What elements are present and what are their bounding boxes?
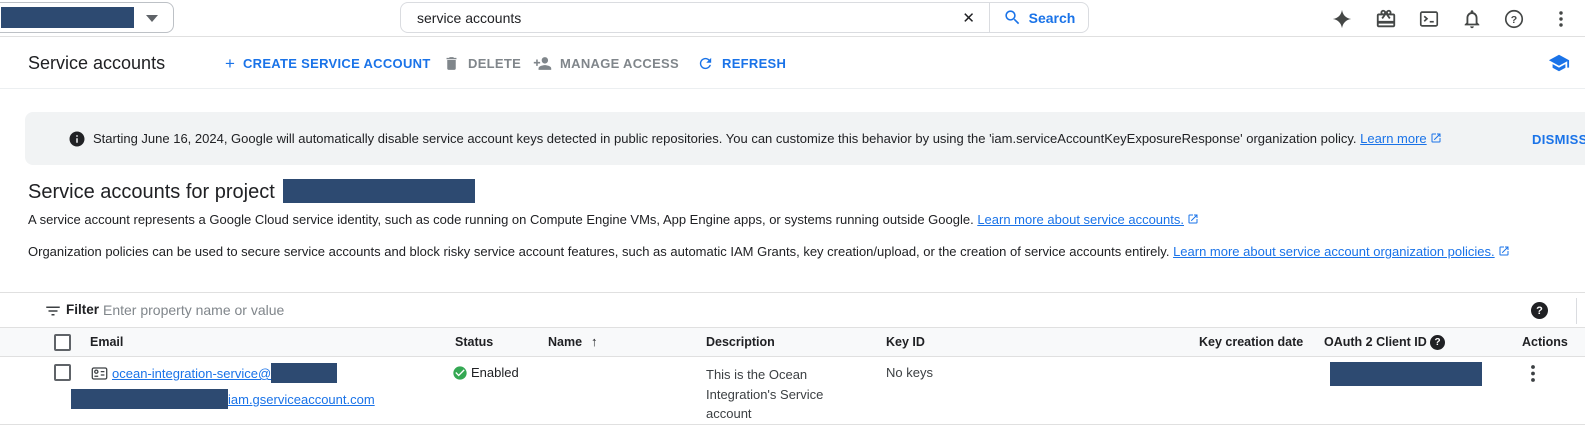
column-header-oauth-client-id[interactable]: OAuth 2 Client ID (1324, 328, 1427, 356)
filter-bar: Filter Enter property name or value ? (0, 292, 1585, 327)
external-link-icon (1187, 213, 1199, 225)
page-title: Service accounts (28, 37, 165, 89)
refresh-icon (697, 55, 714, 72)
filter-help-icon[interactable]: ? (1531, 302, 1548, 319)
search-icon (1003, 8, 1022, 27)
table-row: ocean-integration-service@ iam.gservicea… (0, 358, 1585, 425)
chevron-down-icon (146, 15, 158, 22)
section-heading: Service accounts for project (28, 179, 475, 204)
external-link-icon (1430, 132, 1442, 144)
create-service-account-button[interactable]: + CREATE SERVICE ACCOUNT (225, 37, 431, 89)
divider (1576, 298, 1577, 324)
svg-text:?: ? (1511, 14, 1517, 26)
description-cell: This is the Ocean Integration's Service … (706, 365, 838, 424)
clear-search-icon[interactable]: ✕ (962, 9, 975, 27)
gcp-service-accounts-page: { "topbar": { "project_selector": { "red… (0, 0, 1585, 431)
service-account-email-link[interactable]: iam.gserviceaccount.com (228, 392, 375, 407)
filter-input[interactable]: Enter property name or value (103, 302, 284, 318)
table-header: Email Status Name↑ Description Key ID Ke… (0, 327, 1585, 357)
column-header-status[interactable]: Status (455, 328, 493, 356)
service-account-badge-icon (91, 365, 108, 382)
dismiss-button[interactable]: DISMISS (1532, 132, 1585, 147)
email-cell-line1: ocean-integration-service@ (112, 363, 337, 383)
key-id-cell: No keys (886, 365, 933, 380)
action-toolbar: Service accounts + CREATE SERVICE ACCOUN… (0, 37, 1585, 89)
info-icon (68, 130, 86, 148)
banner-learn-more-link[interactable]: Learn more (1360, 131, 1426, 146)
policy-paragraph: Organization policies can be used to sec… (28, 244, 1510, 260)
status-cell: Enabled (471, 365, 519, 380)
sort-ascending-icon: ↑ (591, 334, 598, 349)
oauth-client-id-redaction (1330, 362, 1482, 386)
filter-icon (44, 302, 62, 320)
top-bar: service accounts ✕ Search ? (0, 0, 1585, 37)
refresh-button[interactable]: REFRESH (697, 37, 786, 89)
row-checkbox[interactable] (54, 364, 71, 381)
project-name-redaction (1, 7, 134, 28)
help-icon[interactable]: ? (1502, 7, 1526, 31)
email-project-redaction (271, 363, 337, 383)
email-project-redaction (71, 389, 228, 409)
banner-message: Starting June 16, 2024, Google will auto… (93, 131, 1442, 147)
filter-label: Filter (66, 302, 99, 317)
select-all-checkbox[interactable] (54, 334, 71, 351)
cloud-shell-icon[interactable] (1417, 7, 1441, 31)
notifications-bell-icon[interactable] (1460, 7, 1484, 31)
project-name-redaction (283, 179, 475, 203)
trash-icon (443, 55, 460, 72)
learn-more-org-policies-link[interactable]: Learn more about service account organiz… (1173, 244, 1495, 259)
intro-paragraph: A service account represents a Google Cl… (28, 212, 1199, 228)
search-input[interactable]: service accounts ✕ (400, 2, 990, 33)
search-query-text: service accounts (417, 10, 962, 26)
more-vert-icon[interactable] (1549, 7, 1573, 31)
graduation-cap-icon (1548, 52, 1570, 74)
column-header-key-id[interactable]: Key ID (886, 328, 925, 356)
row-actions-more-icon[interactable] (1524, 363, 1542, 385)
delete-button[interactable]: DELETE (443, 37, 521, 89)
column-header-email[interactable]: Email (90, 328, 123, 356)
learn-more-service-accounts-link[interactable]: Learn more about service accounts. (977, 212, 1184, 227)
gemini-sparkle-icon[interactable] (1330, 7, 1354, 31)
status-enabled-icon (452, 365, 468, 381)
search-button[interactable]: Search (989, 2, 1089, 33)
learn-panel-button[interactable] (1548, 37, 1570, 89)
column-header-description[interactable]: Description (706, 328, 775, 356)
external-link-icon (1498, 245, 1510, 257)
manage-access-button[interactable]: MANAGE ACCESS (533, 37, 679, 89)
key-exposure-banner: Starting June 16, 2024, Google will auto… (25, 112, 1585, 165)
oauth-help-icon[interactable]: ? (1430, 335, 1445, 350)
column-header-key-creation-date[interactable]: Key creation date (1199, 328, 1303, 356)
service-account-email-link[interactable]: ocean-integration-service@ (112, 366, 271, 381)
gift-icon[interactable] (1374, 7, 1398, 31)
column-header-name[interactable]: Name↑ (548, 328, 598, 356)
column-header-actions: Actions (1522, 328, 1568, 356)
search-button-label: Search (1029, 10, 1076, 26)
plus-icon: + (225, 55, 235, 72)
email-cell-line2: iam.gserviceaccount.com (71, 389, 375, 409)
person-add-icon (533, 54, 552, 73)
